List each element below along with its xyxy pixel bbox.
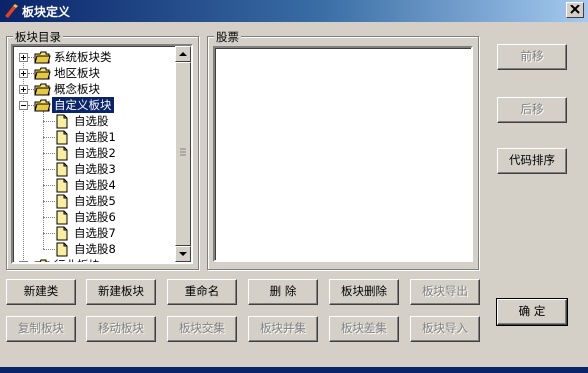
tree-connector — [43, 233, 55, 234]
folder-icon — [34, 82, 51, 97]
expand-icon[interactable] — [19, 69, 28, 78]
tree-connector — [43, 121, 55, 122]
tree-item-block[interactable]: 自选股1 — [13, 129, 175, 145]
tree-item-category[interactable]: 行业板块 — [13, 257, 175, 262]
tree-item-label: 自定义板块 — [51, 96, 115, 114]
close-icon — [570, 5, 580, 14]
tree-item-label: 自选股7 — [74, 226, 116, 240]
tree-item-label: 行业板块 — [52, 257, 102, 262]
tree-item-block[interactable]: 自选股5 — [13, 193, 175, 209]
ok-button[interactable]: 确 定 — [496, 298, 568, 326]
tree-item-label: 自选股6 — [74, 210, 116, 224]
tree-connector — [43, 201, 55, 202]
tree-connector — [43, 249, 55, 250]
window-title: 板块定义 — [22, 5, 71, 19]
tree-item-label: 地区板块 — [54, 66, 100, 80]
block-union-button[interactable]: 板块并集 — [248, 316, 318, 342]
file-icon — [55, 226, 69, 241]
file-icon — [55, 194, 69, 209]
tree-item-label: 系统板块类 — [54, 50, 112, 64]
expand-icon[interactable] — [19, 53, 28, 62]
tree-item-label: 自选股2 — [74, 146, 116, 160]
file-icon — [55, 146, 69, 161]
tree-item-label: 概念板块 — [54, 82, 100, 96]
expand-icon[interactable] — [19, 261, 28, 262]
folder-icon — [34, 66, 51, 81]
scroll-down-button[interactable] — [175, 246, 191, 262]
tree-item-label: 自选股8 — [74, 242, 116, 256]
title-bar: 板块定义 — [0, 0, 588, 22]
arrow-up-icon — [179, 52, 187, 56]
expand-icon[interactable] — [19, 85, 28, 94]
tree-item-label: 自选股3 — [74, 162, 116, 176]
tree-item-label: 自选股5 — [74, 194, 116, 208]
tree-item-block[interactable]: 自选股8 — [13, 241, 175, 257]
tree-item-block[interactable]: 自选股6 — [13, 209, 175, 225]
sort-by-code-button[interactable]: 代码排序 — [497, 148, 567, 174]
folder-icon — [34, 98, 51, 113]
folder-icon — [34, 258, 51, 262]
file-icon — [55, 130, 69, 145]
tree-connector — [43, 217, 55, 218]
rename-button[interactable]: 重命名 — [167, 279, 237, 305]
block-tree[interactable]: 系统板块类地区板块概念板块 自定义板块 自选股自选股1 自选股2 自选股3 自选股4 自选股… — [11, 44, 193, 264]
close-button[interactable] — [566, 2, 584, 18]
block-intersect-button[interactable]: 板块交集 — [167, 316, 237, 342]
tree-scrollbar[interactable] — [175, 46, 191, 262]
tree-item-block[interactable]: 自选股 — [13, 113, 175, 129]
tree-item-category[interactable]: 地区板块 — [13, 65, 175, 81]
file-icon — [55, 114, 69, 129]
scroll-up-button[interactable] — [175, 46, 191, 62]
arrow-down-icon — [179, 252, 187, 256]
file-icon — [55, 178, 69, 193]
export-block-button[interactable]: 板块导出 — [410, 279, 480, 305]
grip-icon — [180, 148, 186, 156]
stocks-legend: 股票 — [214, 29, 241, 45]
new-category-button[interactable]: 新建类 — [6, 279, 76, 305]
move-backward-button[interactable]: 后移 — [497, 97, 567, 123]
tree-item-label: 自选股1 — [74, 130, 116, 144]
folder-icon — [34, 50, 51, 65]
app-icon — [5, 4, 18, 18]
delete-block-button[interactable]: 板块删除 — [329, 279, 399, 305]
collapse-icon[interactable] — [19, 101, 28, 110]
tree-connector — [43, 169, 55, 170]
scroll-thumb[interactable] — [175, 62, 191, 246]
file-icon — [55, 210, 69, 225]
file-icon — [55, 162, 69, 177]
delete-button[interactable]: 删 除 — [248, 279, 318, 305]
move-block-button[interactable]: 移动板块 — [86, 316, 156, 342]
tree-connector — [43, 137, 55, 138]
stock-list[interactable] — [213, 46, 473, 262]
tree-item-block[interactable]: 自选股7 — [13, 225, 175, 241]
tree-item-block[interactable]: 自选股4 — [13, 177, 175, 193]
block-directory-legend: 板块目录 — [13, 29, 63, 45]
tree-item-label: 自选股 — [74, 114, 109, 128]
tree-canvas: 系统板块类地区板块概念板块 自定义板块 自选股自选股1 自选股2 自选股3 自选股4 自选股… — [13, 46, 175, 262]
copy-block-button[interactable]: 复制板块 — [6, 316, 76, 342]
tree-item-block[interactable]: 自选股2 — [13, 145, 175, 161]
tree-item-category[interactable]: 概念板块 — [13, 81, 175, 97]
tree-item-label: 自选股4 — [74, 178, 116, 192]
block-difference-button[interactable]: 板块差集 — [329, 316, 399, 342]
import-block-button[interactable]: 板块导入 — [410, 316, 480, 342]
tree-connector — [43, 153, 55, 154]
window-bottom-edge — [0, 367, 588, 373]
move-forward-button[interactable]: 前移 — [497, 44, 567, 70]
tree-connector — [43, 185, 55, 186]
file-icon — [55, 242, 69, 257]
tree-item-block[interactable]: 自选股3 — [13, 161, 175, 177]
tree-item-category[interactable]: 系统板块类 — [13, 49, 175, 65]
tree-item-category[interactable]: 自定义板块 — [13, 96, 175, 114]
new-block-button[interactable]: 新建板块 — [86, 279, 156, 305]
